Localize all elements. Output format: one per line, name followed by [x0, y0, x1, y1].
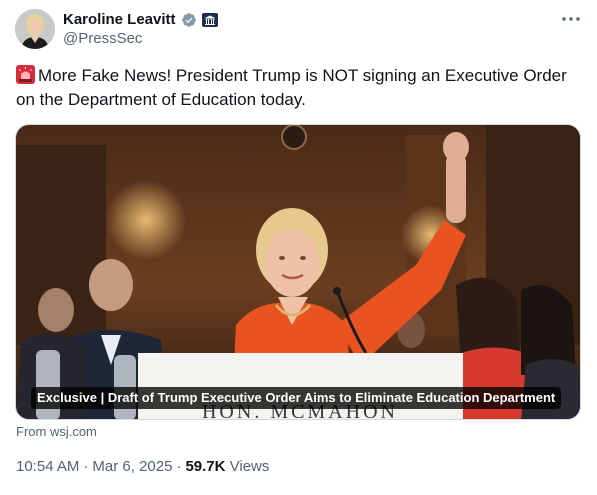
- link-source[interactable]: From wsj.com: [16, 424, 97, 440]
- tweet: Karoline Leavitt @PressSec More Fake New…: [0, 0, 597, 495]
- link-media-card[interactable]: HON. MCMAHON Exclusive | Draft of Trump …: [15, 124, 581, 420]
- meta-separator: ·: [176, 458, 182, 475]
- link-headline[interactable]: Exclusive | Draft of Trump Executive Ord…: [31, 387, 562, 409]
- avatar[interactable]: [15, 9, 55, 49]
- author-display-name[interactable]: Karoline Leavitt: [63, 10, 176, 30]
- post-time[interactable]: 10:54 AM: [16, 457, 79, 477]
- post-body: More Fake News! President Trump is NOT s…: [16, 66, 567, 109]
- verified-badge-icon[interactable]: [181, 12, 197, 28]
- author-handle[interactable]: @PressSec: [63, 29, 142, 49]
- post-text: More Fake News! President Trump is NOT s…: [16, 64, 581, 112]
- news-photo: HON. MCMAHON: [16, 125, 580, 419]
- views-label: Views: [229, 458, 270, 475]
- siren-emoji-icon: [16, 65, 35, 84]
- profile-photo-icon: [15, 9, 55, 49]
- author-name-row: Karoline Leavitt: [63, 10, 218, 30]
- post-meta: 10:54 AM · Mar 6, 2025 · 59.7K Views: [16, 457, 269, 477]
- more-options-icon[interactable]: [560, 10, 582, 28]
- white-house-affiliation-icon[interactable]: [201, 13, 218, 27]
- post-date[interactable]: Mar 6, 2025: [92, 457, 172, 477]
- views-count: 59.7K: [185, 458, 226, 475]
- meta-separator: ·: [83, 458, 89, 475]
